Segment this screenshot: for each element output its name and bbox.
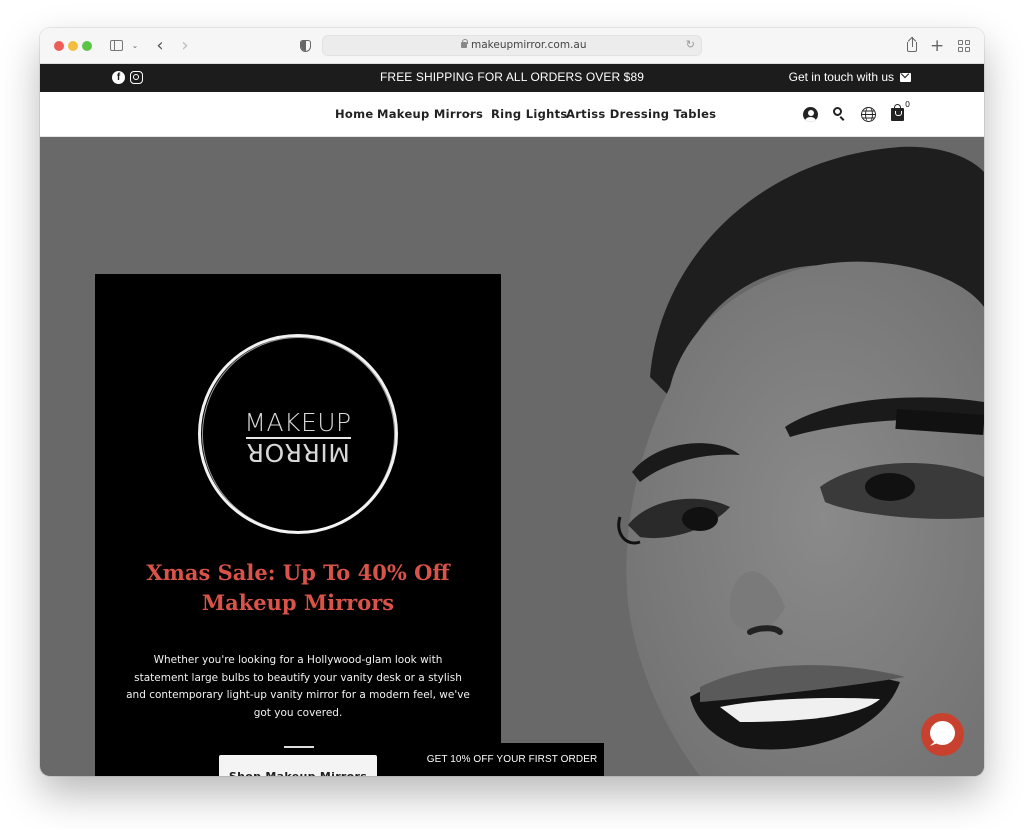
promo-card: MAKEUP MIRROR Xmas Sale: Up To 40% Off M… bbox=[95, 274, 501, 776]
zoom-window-button[interactable] bbox=[82, 41, 92, 51]
privacy-shield-icon[interactable] bbox=[298, 36, 312, 56]
search-icon[interactable] bbox=[833, 107, 851, 125]
minimize-window-button[interactable] bbox=[68, 41, 78, 51]
mail-icon[interactable] bbox=[900, 73, 911, 82]
shop-makeup-mirrors-button[interactable]: Shop Makeup Mirrors bbox=[219, 755, 377, 776]
reload-icon[interactable]: ↻ bbox=[686, 38, 695, 51]
lock-icon bbox=[461, 39, 468, 48]
chevron-down-icon[interactable]: ⌄ bbox=[130, 36, 140, 56]
url-text: makeupmirror.com.au bbox=[471, 39, 587, 51]
address-bar[interactable]: makeupmirror.com.au ↻ bbox=[322, 35, 702, 56]
browser-window: ⌄ ‹ › makeupmirror.com.au ↻ + f FREE SHI… bbox=[40, 28, 984, 776]
logo-word-mirror: MIRROR bbox=[246, 438, 350, 467]
hero-description: Whether you're looking for a Hollywood-g… bbox=[126, 654, 470, 719]
sidebar-icon[interactable] bbox=[109, 36, 125, 56]
nav-item-ring-lights[interactable]: Ring Lights bbox=[491, 107, 568, 121]
back-icon[interactable]: ‹ bbox=[153, 36, 167, 56]
close-window-button[interactable] bbox=[54, 41, 64, 51]
tab-overview-icon[interactable] bbox=[957, 36, 971, 56]
chat-button[interactable] bbox=[921, 713, 964, 756]
globe-icon[interactable] bbox=[861, 107, 876, 122]
account-icon[interactable] bbox=[803, 107, 818, 122]
share-icon[interactable] bbox=[905, 36, 919, 56]
contact-link[interactable]: Get in touch with us bbox=[789, 70, 894, 84]
cart-icon[interactable] bbox=[891, 104, 904, 121]
sale-headline: Xmas Sale: Up To 40% Off Makeup Mirrors bbox=[95, 558, 501, 618]
forward-icon[interactable]: › bbox=[178, 36, 192, 56]
sale-headline-line2: Makeup Mirrors bbox=[201, 590, 395, 615]
nav-item-home[interactable]: Home bbox=[335, 107, 374, 121]
hero-banner: MAKEUP MIRROR Xmas Sale: Up To 40% Off M… bbox=[40, 137, 984, 776]
announcement-bar: f FREE SHIPPING FOR ALL ORDERS OVER $89 … bbox=[40, 64, 984, 92]
new-tab-icon[interactable]: + bbox=[930, 36, 944, 56]
chat-bubble-icon bbox=[930, 721, 955, 745]
logo-word-makeup: MAKEUP bbox=[244, 408, 352, 437]
chevron-down-icon[interactable]: ⌄ bbox=[467, 108, 474, 117]
brand-logo: MAKEUP MIRROR bbox=[198, 334, 398, 534]
divider bbox=[284, 746, 314, 748]
browser-toolbar: ⌄ ‹ › makeupmirror.com.au ↻ + bbox=[40, 28, 984, 64]
nav-item-artiss-dressing-tables[interactable]: Artiss Dressing Tables bbox=[566, 107, 716, 121]
main-nav: Home Makeup Mirrors ⌄ Ring Lights Artiss… bbox=[40, 92, 984, 137]
cart-count-badge: 0 bbox=[905, 100, 911, 109]
sale-headline-line1: Xmas Sale: Up To 40% Off bbox=[146, 560, 450, 585]
first-order-discount-tab[interactable]: GET 10% OFF YOUR FIRST ORDER bbox=[420, 743, 604, 776]
